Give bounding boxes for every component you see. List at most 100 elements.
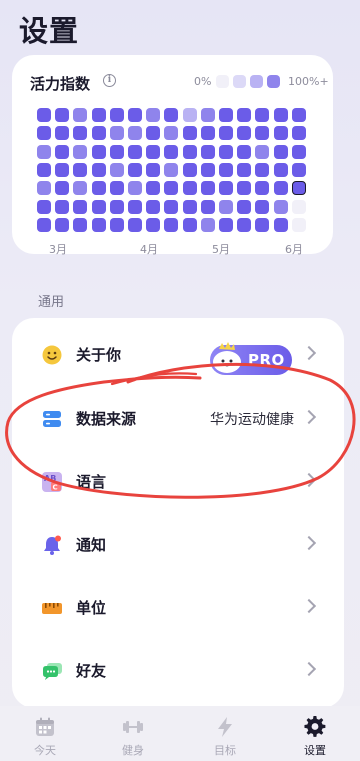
row-label-notification: 通知: [76, 536, 107, 554]
heatmap-cell: [128, 126, 142, 141]
heatmap-cell: [37, 181, 51, 196]
heatmap-cell: [73, 217, 88, 232]
heatmap-cell: [273, 144, 288, 159]
pro-badge[interactable]: PRO: [210, 342, 292, 375]
heatmap-cell: [128, 162, 142, 177]
month-label-mar: 3月: [49, 243, 67, 256]
heatmap-cell: [164, 217, 179, 232]
heatmap-cell: [273, 108, 288, 122]
activity-title: 活力指数: [30, 75, 91, 93]
heatmap-cell: [237, 108, 252, 122]
row-about-you[interactable]: 关于你 PRO: [12, 324, 344, 386]
svg-text:C: C: [53, 484, 58, 492]
heatmap-cell: [291, 108, 306, 122]
heatmap-cell: [91, 217, 106, 232]
heatmap-cell: [219, 126, 233, 141]
heatmap-cell: [200, 199, 215, 214]
heatmap-cell: [164, 199, 179, 214]
legend-min-label: 0%: [194, 75, 212, 88]
heatmap-cell: [182, 217, 197, 232]
svg-text:AB: AB: [44, 474, 56, 483]
info-icon[interactable]: i: [103, 74, 116, 87]
chevron-right-icon: [301, 409, 317, 425]
heatmap-cell: [128, 217, 142, 232]
row-notification[interactable]: 通知: [12, 514, 344, 576]
month-label-jun: 6月: [285, 243, 303, 256]
heatmap-cell: [273, 126, 288, 141]
heatmap-cell: [73, 108, 88, 122]
heatmap-cell: [273, 181, 288, 196]
tab-settings[interactable]: 设置: [270, 706, 360, 761]
heatmap-cell: [182, 144, 197, 159]
heatmap-cell: [237, 217, 252, 232]
heatmap-cell: [291, 199, 306, 214]
gear-icon: [304, 716, 326, 737]
heatmap-cell: [237, 126, 252, 141]
heatmap-cell: [237, 162, 252, 177]
heatmap-cell: [146, 217, 161, 232]
heatmap-cell: [73, 162, 88, 177]
pro-badge-label: PRO: [248, 351, 285, 369]
heatmap-cell: [273, 162, 288, 177]
heatmap-cell: [146, 144, 161, 159]
heatmap-cell: [273, 199, 288, 214]
activity-card[interactable]: 活力指数 i 0% 100%+ 3月 4月 5月 6月: [12, 55, 333, 256]
heatmap-cell: [200, 162, 215, 177]
legend-swatch-0: [216, 75, 229, 88]
tab-label-today: 今天: [34, 744, 56, 757]
tab-label-settings: 设置: [304, 744, 326, 757]
heatmap-cell: [146, 181, 161, 196]
row-label-about-you: 关于你: [76, 346, 122, 364]
tab-goals[interactable]: 目标: [180, 706, 270, 761]
heatmap-cell: [200, 108, 215, 122]
heatmap-cell: [91, 181, 106, 196]
dumbbell-icon: [123, 721, 143, 733]
heatmap-cell: [200, 217, 215, 232]
heatmap-cell: [146, 126, 161, 141]
month-label-apr: 4月: [140, 243, 158, 256]
tab-label-goals: 目标: [214, 744, 236, 757]
page-title: 设置: [19, 14, 80, 48]
heatmap-cell: [37, 108, 51, 122]
section-label-general: 通用: [38, 295, 65, 310]
chevron-right-icon: [301, 345, 317, 361]
row-unit[interactable]: 单位: [12, 577, 344, 639]
heatmap-cell: [91, 126, 106, 141]
tab-today[interactable]: 今天: [0, 706, 90, 761]
chat-icon: [43, 663, 62, 680]
heatmap-cell: [37, 199, 51, 214]
heatmap-cell: [219, 162, 233, 177]
tab-label-fitness: 健身: [122, 744, 144, 757]
heatmap-cell: [255, 162, 270, 177]
row-label-unit: 单位: [76, 599, 107, 617]
heatmap-cell: [182, 162, 197, 177]
heatmap-cell: [255, 126, 270, 141]
heatmap-cell: [291, 144, 306, 159]
heatmap-cell: [200, 144, 215, 159]
heatmap-cell: [219, 108, 233, 122]
heatmap-cell: [146, 162, 161, 177]
heatmap-cell: [164, 144, 179, 159]
activity-heatmap: [37, 108, 322, 234]
heatmap-cell: [237, 144, 252, 159]
heatmap-cell: [219, 181, 233, 196]
heatmap-cell: [109, 181, 124, 196]
row-label-data-source: 数据来源: [76, 410, 137, 428]
row-language[interactable]: AB C 语言: [12, 451, 344, 513]
heatmap-cell: [73, 199, 88, 214]
heatmap-cell: [200, 126, 215, 141]
heatmap-cell: [237, 181, 252, 196]
tab-fitness[interactable]: 健身: [88, 706, 178, 761]
heatmap-cell: [219, 199, 233, 214]
heatmap-cell: [55, 162, 70, 177]
heatmap-cell: [109, 217, 124, 232]
row-friends[interactable]: 好友: [12, 640, 344, 702]
heatmap-cell: [182, 181, 197, 196]
heatmap-cell: [37, 126, 51, 141]
row-data-source[interactable]: 数据来源 华为运动健康: [12, 388, 344, 450]
calendar-icon: [36, 717, 54, 736]
heatmap-cell: [91, 162, 106, 177]
heatmap-cell: [255, 181, 270, 196]
data-source-value: 华为运动健康: [210, 412, 294, 428]
heatmap-cell: [219, 217, 233, 232]
